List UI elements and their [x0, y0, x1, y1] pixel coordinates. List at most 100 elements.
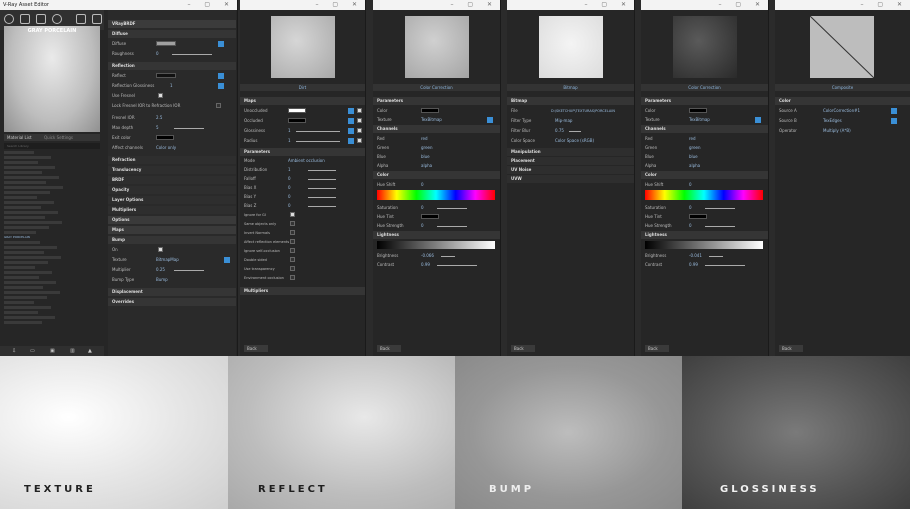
list-item[interactable]: [4, 196, 37, 199]
list-item[interactable]: [4, 151, 34, 154]
list-item[interactable]: [4, 321, 42, 324]
dirt-check-box[interactable]: [290, 248, 295, 253]
bump-type-select[interactable]: Bump: [156, 276, 168, 284]
dirt-param-value[interactable]: 0: [288, 184, 291, 192]
list-item[interactable]: [4, 216, 45, 219]
cc1-window-controls[interactable]: – ▢ ✕: [450, 0, 498, 10]
dirt-map-icon[interactable]: [348, 128, 354, 134]
cc-hue-strength-slider[interactable]: [705, 226, 735, 227]
cc-color-section[interactable]: Color: [641, 171, 768, 179]
cc-saturation-slider[interactable]: [437, 208, 467, 209]
cc-channel-row-value[interactable]: alpha: [689, 162, 700, 170]
dirt-check-box[interactable]: [290, 239, 295, 244]
dirt-back-button[interactable]: Back: [244, 345, 268, 352]
dirt-check-box[interactable]: [290, 275, 295, 280]
displacement-section[interactable]: Displacement: [108, 288, 236, 296]
bitmap-section[interactable]: Bitmap: [507, 97, 634, 105]
cc-channels-section[interactable]: Channels: [641, 125, 768, 133]
section-7[interactable]: Maps: [108, 226, 236, 234]
dirt-map-checkbox[interactable]: [357, 108, 362, 113]
list-item[interactable]: [4, 306, 51, 309]
dirt-map-swatch[interactable]: [288, 108, 306, 113]
cc-hue-shift-row-value[interactable]: 0: [421, 181, 424, 189]
bump-map-icon[interactable]: [224, 257, 230, 263]
list-item[interactable]: [4, 156, 51, 159]
cc-brightness-row-value[interactable]: -0.041: [689, 252, 702, 260]
section-2[interactable]: BRDF: [108, 176, 236, 184]
cc-lightness-section[interactable]: Lightness: [641, 231, 768, 239]
folder-icon[interactable]: ▭: [30, 348, 35, 354]
dirt-params-section[interactable]: Parameters: [240, 148, 365, 156]
bump-texture-value[interactable]: BitmapMap: [156, 256, 179, 264]
dirt-map-checkbox[interactable]: [357, 128, 362, 133]
render-icon[interactable]: [92, 14, 102, 24]
list-item[interactable]: [4, 181, 46, 184]
source-a-map-icon[interactable]: [891, 108, 897, 114]
cc-channel-row-value[interactable]: green: [421, 144, 433, 152]
cc-hue-tint-swatch[interactable]: [689, 214, 707, 219]
max-depth-slider[interactable]: [174, 128, 204, 129]
cc-contrast-slider[interactable]: [437, 265, 477, 266]
bump-on-checkbox[interactable]: [158, 247, 163, 252]
import-icon[interactable]: ⇩: [12, 348, 16, 354]
roughness-value[interactable]: 0: [156, 50, 159, 58]
cc2-window-controls[interactable]: – ▢ ✕: [718, 0, 766, 10]
cc-hue-strength-slider[interactable]: [437, 226, 467, 227]
filter-blur-slider[interactable]: [569, 131, 581, 132]
dirt-window-controls[interactable]: – ▢ ✕: [315, 0, 363, 10]
bitmap-collapsed-section[interactable]: Placement: [507, 157, 634, 165]
list-item[interactable]: [4, 206, 41, 209]
dirt-mode-select[interactable]: Ambient occlusion: [288, 157, 325, 165]
cc-channel-row-value[interactable]: blue: [689, 153, 698, 161]
section-4[interactable]: Layer Options: [108, 196, 236, 204]
list-item[interactable]: [4, 191, 50, 194]
cc-channel-row-value[interactable]: green: [689, 144, 701, 152]
list-item[interactable]: [4, 166, 55, 169]
composite-color-section[interactable]: Color: [775, 97, 910, 105]
section-5[interactable]: Multipliers: [108, 206, 236, 214]
fresnel-ior-value[interactable]: 2.5: [156, 114, 162, 122]
cc-channel-row-value[interactable]: alpha: [421, 162, 432, 170]
section-3[interactable]: Opacity: [108, 186, 236, 194]
list-item[interactable]: [4, 251, 44, 254]
cc-brightness-row-value[interactable]: -0.066: [421, 252, 434, 260]
lightness-ramp[interactable]: [645, 241, 763, 249]
delete-icon[interactable]: ▥: [70, 348, 75, 354]
dirt-param-value[interactable]: 1: [288, 166, 291, 174]
window-controls[interactable]: – ▢ ✕: [187, 0, 235, 10]
tab-quick-settings[interactable]: Quick Settings: [44, 134, 73, 141]
list-item-selected[interactable]: GRAY PORCELAIN: [4, 235, 44, 240]
affect-channels-value[interactable]: Color only: [156, 144, 176, 152]
list-item[interactable]: [4, 266, 35, 269]
dirt-param-value[interactable]: 0: [288, 175, 291, 183]
bitmap-back-button[interactable]: Back: [511, 345, 535, 352]
dirt-map-swatch[interactable]: [288, 118, 306, 123]
tab-material-list[interactable]: Material List: [7, 134, 32, 141]
cleanup-icon[interactable]: ▲: [88, 348, 92, 354]
lights-icon[interactable]: [20, 14, 30, 24]
list-item[interactable]: [4, 161, 38, 164]
dirt-param-slider[interactable]: [308, 170, 336, 171]
color-space-select[interactable]: Color Space (sRGB): [555, 137, 594, 145]
geometry-icon[interactable]: [36, 14, 46, 24]
hue-ramp[interactable]: [377, 190, 495, 200]
dirt-map-icon[interactable]: [348, 108, 354, 114]
dirt-map-icon[interactable]: [348, 118, 354, 124]
cc-saturation-slider[interactable]: [705, 208, 735, 209]
dirt-maps-section[interactable]: Maps: [240, 97, 365, 105]
dirt-map-icon[interactable]: [348, 138, 354, 144]
diffuse-section[interactable]: Diffuse: [108, 30, 236, 38]
dirt-check-box[interactable]: [290, 266, 295, 271]
render-settings-icon[interactable]: [52, 14, 62, 24]
dirt-param-slider[interactable]: [308, 188, 336, 189]
dirt-map-slider[interactable]: [296, 131, 340, 132]
cc2-back-button[interactable]: Back: [645, 345, 669, 352]
cc-contrast-slider[interactable]: [705, 265, 745, 266]
source-a-value[interactable]: ColorCorrection#1: [823, 107, 860, 115]
list-item[interactable]: [4, 291, 60, 294]
brdf-header[interactable]: VRayBRDF: [108, 20, 236, 28]
cc1-back-button[interactable]: Back: [377, 345, 401, 352]
list-item[interactable]: [4, 201, 54, 204]
cc-hue-tint-swatch[interactable]: [421, 214, 439, 219]
bump-multiplier-slider[interactable]: [174, 270, 204, 271]
